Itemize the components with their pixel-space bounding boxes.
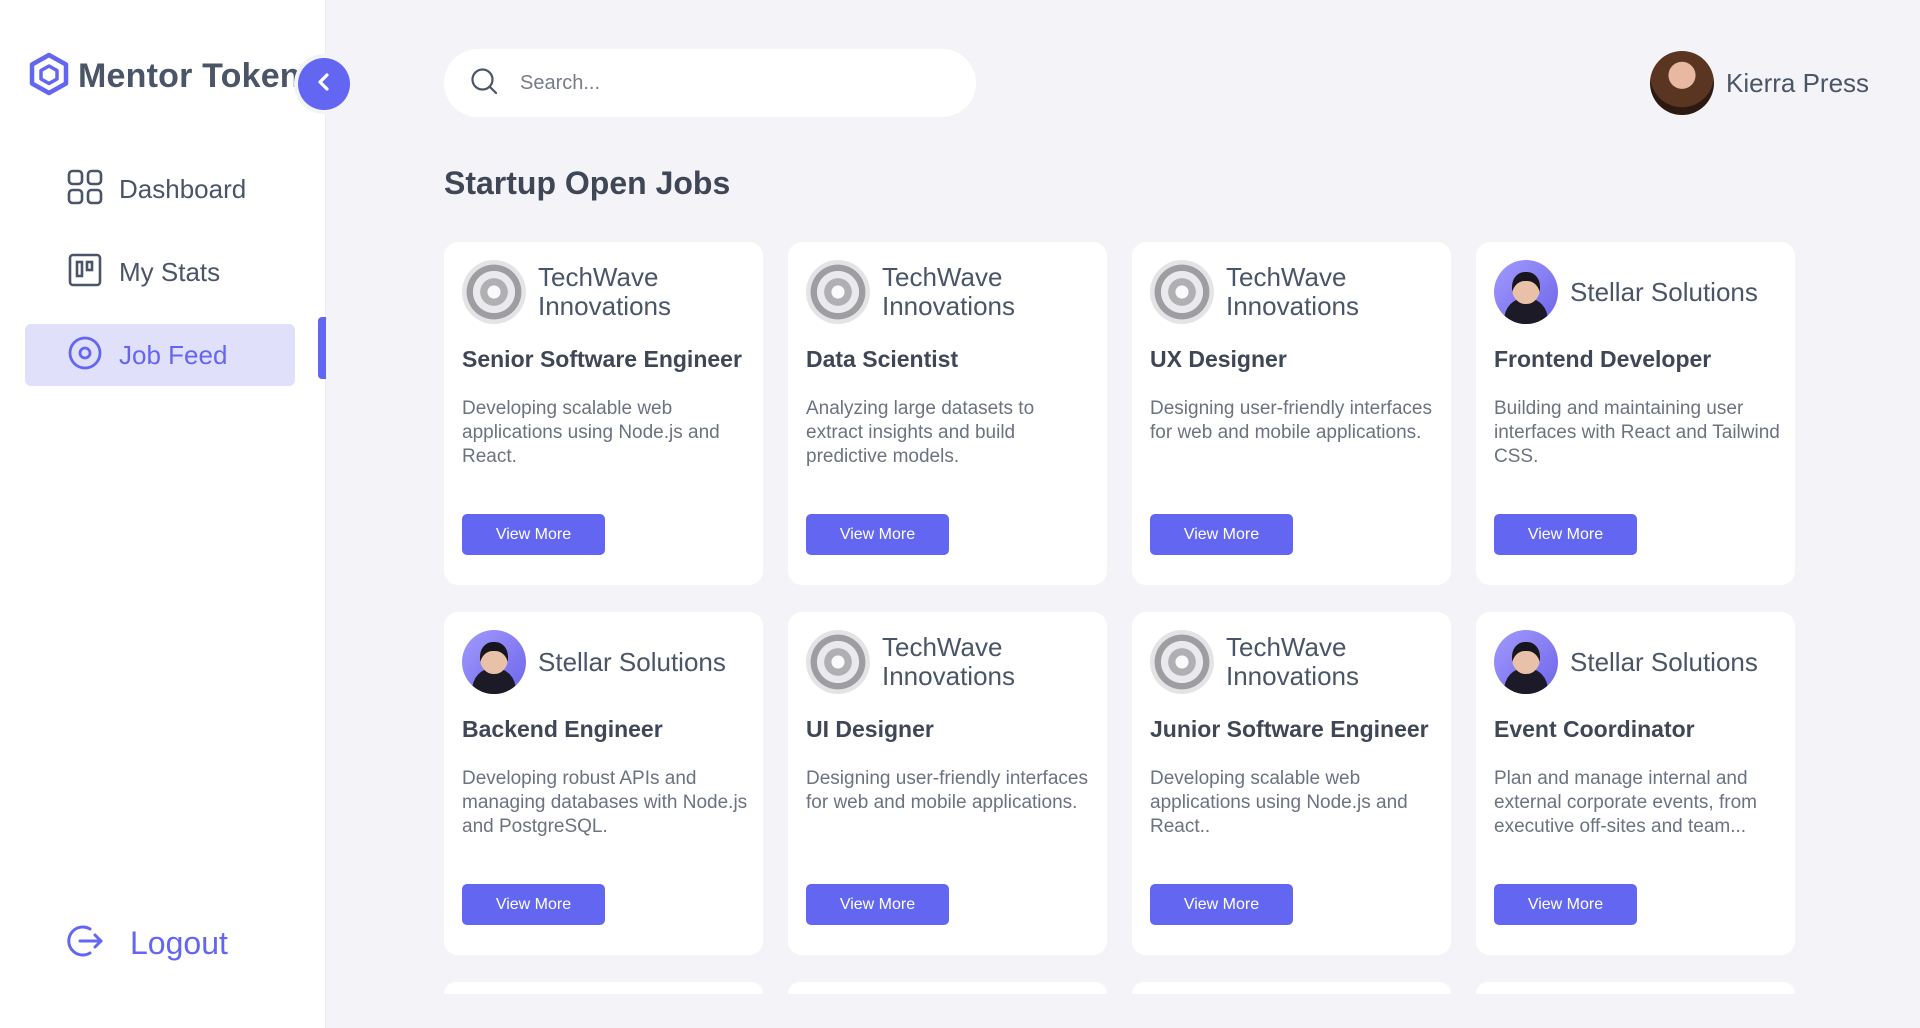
job-card: TechWave Innovations UI Designer Designi…	[788, 612, 1107, 955]
sidebar-item-label: Dashboard	[119, 173, 247, 204]
company-name: TechWave Innovations	[538, 262, 671, 321]
card-header: Stellar Solutions	[462, 630, 753, 694]
sidebar-nav: Dashboard My Stats Job Feed	[25, 158, 295, 407]
job-description: Developing scalable web applications usi…	[462, 398, 720, 467]
job-card: Stellar Solutions Event Coordinator Plan…	[1476, 612, 1795, 955]
logout-label: Logout	[130, 925, 228, 961]
sidebar-item-job-feed[interactable]: Job Feed	[25, 324, 295, 386]
job-card: TechWave Innovations Senior Software Eng…	[444, 242, 763, 585]
target-icon	[67, 335, 103, 376]
job-description: Plan and manage internal and external co…	[1494, 768, 1757, 837]
card-header: TechWave Innovations	[462, 260, 753, 324]
company-name: Stellar Solutions	[1570, 646, 1758, 677]
job-title: Event Coordinator	[1494, 716, 1695, 742]
sidebar-item-my-stats[interactable]: My Stats	[25, 241, 295, 303]
job-cards-grid: TechWave Innovations Senior Software Eng…	[444, 242, 1796, 955]
techwave-logo	[1150, 260, 1214, 324]
job-description: Developing scalable web applications usi…	[1150, 768, 1408, 837]
logout-button[interactable]: Logout	[66, 922, 228, 965]
grid-icon	[67, 169, 103, 210]
job-card: Stellar Solutions Frontend Developer Bui…	[1476, 242, 1795, 585]
company-name: TechWave Innovations	[882, 632, 1015, 691]
page-title: Startup Open Jobs	[444, 165, 731, 201]
company-name: TechWave Innovations	[882, 262, 1015, 321]
company-name: Stellar Solutions	[538, 646, 726, 677]
next-row-card-peek	[1132, 982, 1451, 994]
job-description: Designing user-friendly interfaces for w…	[1150, 398, 1432, 443]
job-title: Backend Engineer	[462, 716, 663, 742]
job-title: UI Designer	[806, 716, 934, 742]
chevron-left-icon	[314, 72, 334, 97]
company-name: Stellar Solutions	[1570, 276, 1758, 307]
search-icon	[470, 67, 498, 100]
job-title: Data Scientist	[806, 346, 959, 372]
techwave-logo	[806, 630, 870, 694]
company-name: TechWave Innovations	[1226, 632, 1359, 691]
job-description: Designing user-friendly interfaces for w…	[806, 768, 1088, 813]
view-more-button[interactable]: View More	[806, 514, 949, 555]
card-header: TechWave Innovations	[1150, 630, 1441, 694]
view-more-button[interactable]: View More	[462, 514, 605, 555]
job-card: TechWave Innovations Junior Software Eng…	[1132, 612, 1451, 955]
card-header: Stellar Solutions	[1494, 630, 1785, 694]
company-name: TechWave Innovations	[1226, 262, 1359, 321]
job-description: Developing robust APIs and managing data…	[462, 768, 748, 837]
sidebar-item-dashboard[interactable]: Dashboard	[25, 158, 295, 220]
next-row-card-peek	[444, 982, 763, 994]
techwave-logo	[462, 260, 526, 324]
card-header: TechWave Innovations	[1150, 260, 1441, 324]
view-more-button[interactable]: View More	[1494, 884, 1637, 925]
view-more-button[interactable]: View More	[1494, 514, 1637, 555]
job-title: Frontend Developer	[1494, 346, 1712, 372]
logout-icon	[66, 922, 104, 965]
sidebar: Mentor Token Dashboard My Stats Job Feed…	[0, 0, 326, 1028]
collapse-sidebar-button[interactable]	[298, 58, 350, 110]
stellar-logo	[462, 630, 526, 694]
job-title: Junior Software Engineer	[1150, 716, 1429, 742]
card-header: Stellar Solutions	[1494, 260, 1785, 324]
brand-name: Mentor Token	[78, 57, 301, 95]
stellar-logo	[1494, 260, 1558, 324]
stellar-logo	[1494, 630, 1558, 694]
view-more-button[interactable]: View More	[1150, 884, 1293, 925]
job-description: Building and maintaining user interfaces…	[1494, 398, 1780, 467]
search-input[interactable]	[520, 71, 940, 95]
view-more-button[interactable]: View More	[462, 884, 605, 925]
hexagon-cube-icon	[28, 52, 70, 101]
job-card: Stellar Solutions Backend Engineer Devel…	[444, 612, 763, 955]
job-title: Senior Software Engineer	[462, 346, 742, 372]
board-icon	[67, 252, 103, 293]
card-header: TechWave Innovations	[806, 260, 1097, 324]
avatar[interactable]	[1650, 51, 1714, 115]
search-bar[interactable]	[444, 49, 976, 117]
job-title: UX Designer	[1150, 346, 1287, 372]
brand-logo[interactable]: Mentor Token	[28, 52, 301, 101]
techwave-logo	[1150, 630, 1214, 694]
job-card: TechWave Innovations Data Scientist Anal…	[788, 242, 1107, 585]
techwave-logo	[806, 260, 870, 324]
user-name: Kierra Press	[1726, 67, 1870, 98]
job-description: Analyzing large datasets to extract insi…	[806, 398, 1035, 467]
active-nav-indicator	[318, 317, 326, 379]
user-profile[interactable]: Kierra Press	[1650, 51, 1869, 115]
sidebar-item-label: My Stats	[119, 256, 221, 287]
sidebar-item-label: Job Feed	[119, 339, 228, 370]
job-card: TechWave Innovations UX Designer Designi…	[1132, 242, 1451, 585]
view-more-button[interactable]: View More	[1150, 514, 1293, 555]
view-more-button[interactable]: View More	[806, 884, 949, 925]
next-row-card-peek	[1476, 982, 1795, 994]
card-header: TechWave Innovations	[806, 630, 1097, 694]
next-row-card-peek	[788, 982, 1107, 994]
